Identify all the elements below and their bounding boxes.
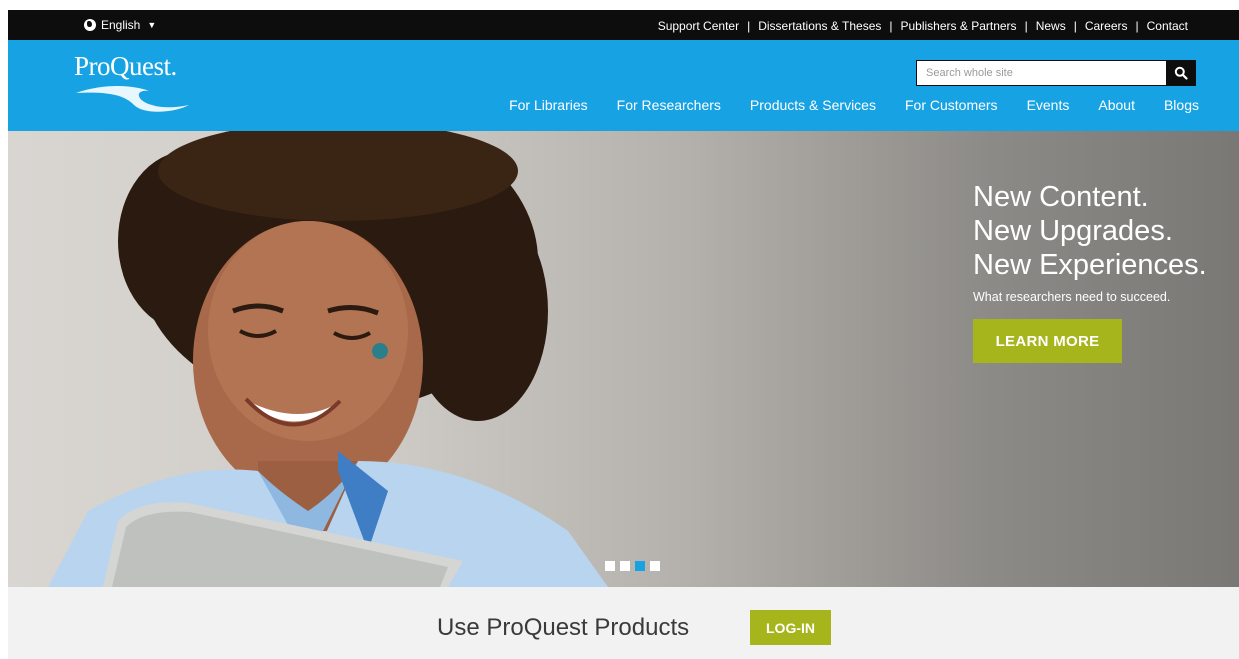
products-login-band: Use ProQuest Products LOG-IN [8,587,1239,659]
login-button[interactable]: LOG-IN [750,610,831,645]
search-icon [1174,66,1188,80]
site-search [916,60,1196,86]
divider: | [1135,19,1139,33]
page: English ▼ Support Center | Dissertations… [0,0,1239,659]
chevron-down-icon: ▼ [147,20,157,30]
globe-icon [84,19,96,31]
hero-headline-line-3: New Experiences. [973,249,1207,281]
carousel-dot[interactable] [650,561,660,571]
use-products-text: Use ProQuest Products [437,614,690,641]
learn-more-button[interactable]: LEARN MORE [973,319,1122,363]
main-nav: For Libraries For Researchers Products &… [480,97,1199,113]
hero-headline-line-2: New Upgrades. [973,215,1173,247]
utility-link-careers[interactable]: Careers [1085,19,1128,33]
logo-wordmark: ProQuest. [74,51,177,81]
carousel-dot[interactable] [605,561,615,571]
hero-carousel: New Content. New Upgrades. New Experienc… [8,131,1239,587]
site-header: ProQuest. For Libraries For Researchers … [8,40,1239,131]
divider: | [889,19,893,33]
search-input[interactable] [916,60,1166,86]
utility-link-news[interactable]: News [1036,19,1066,33]
search-button[interactable] [1166,60,1196,86]
utility-link-dissertations-theses[interactable]: Dissertations & Theses [758,19,881,33]
language-label: English [101,18,141,32]
carousel-dot[interactable] [620,561,630,571]
nav-for-customers[interactable]: For Customers [905,97,998,113]
utility-bar: English ▼ Support Center | Dissertations… [8,10,1239,40]
nav-events[interactable]: Events [1027,97,1070,113]
carousel-pagination [605,561,660,571]
divider: | [747,19,751,33]
nav-about[interactable]: About [1098,97,1135,113]
hero-headline-line-1: New Content. [973,181,1149,213]
utility-link-contact[interactable]: Contact [1147,19,1188,33]
utility-link-support-center[interactable]: Support Center [658,19,739,33]
carousel-dot-active[interactable] [635,561,645,571]
divider: | [1024,19,1028,33]
nav-for-libraries[interactable]: For Libraries [509,97,588,113]
utility-link-publishers-partners[interactable]: Publishers & Partners [901,19,1017,33]
nav-products-services[interactable]: Products & Services [750,97,876,113]
hero-subheadline: What researchers need to succeed. [973,290,1171,304]
proquest-logo[interactable]: ProQuest. [74,51,214,112]
nav-blogs[interactable]: Blogs [1164,97,1199,113]
hero-copy: New Content. New Upgrades. New Experienc… [973,180,1239,304]
divider: | [1073,19,1077,33]
nav-for-researchers[interactable]: For Researchers [617,97,721,113]
utility-links: Support Center | Dissertations & Theses … [658,19,1188,33]
logo-swoosh-icon [76,86,189,112]
language-selector[interactable]: English ▼ [84,18,156,32]
hero-image [48,131,608,587]
